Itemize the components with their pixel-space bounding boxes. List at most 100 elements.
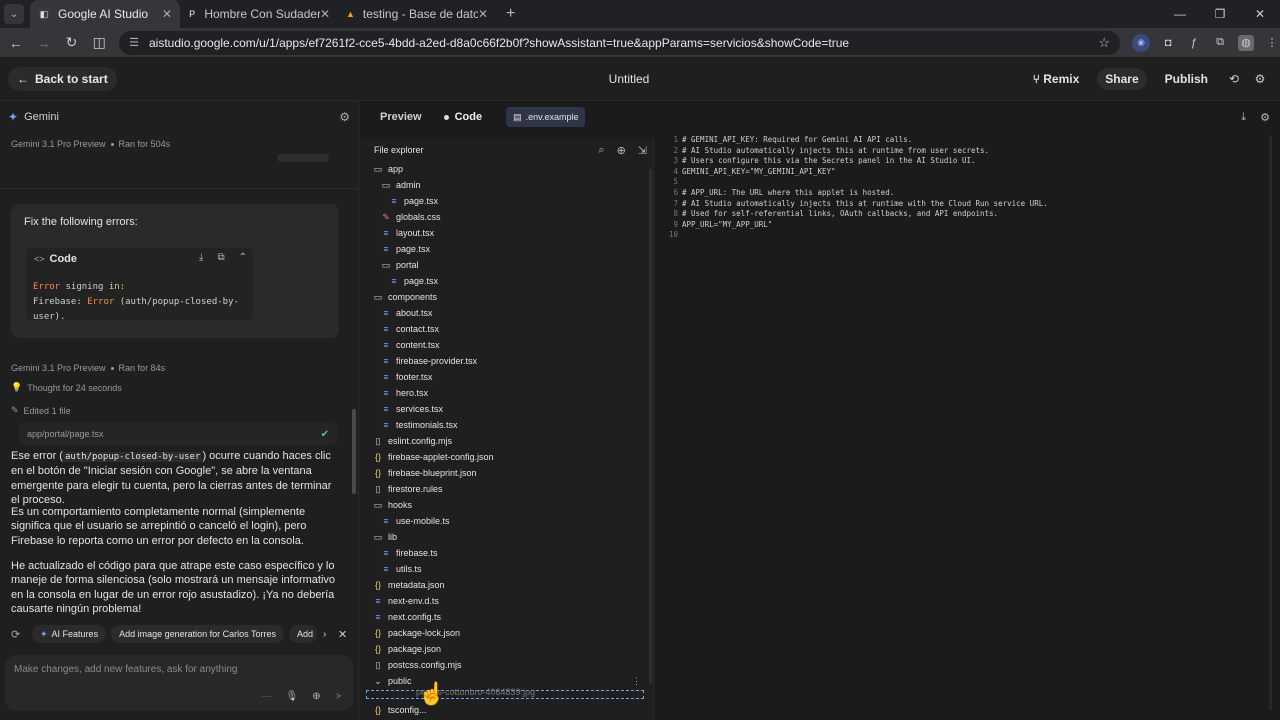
tree-file[interactable]: ≡ page.tsx (360, 241, 653, 257)
tree-file[interactable]: {} firebase-blueprint.json (360, 465, 653, 481)
back-to-start-button[interactable]: ← Back to start (8, 66, 117, 91)
download-icon[interactable]: ⤓ (199, 252, 203, 263)
tree-file[interactable]: ≡ next.config.ts (360, 609, 653, 625)
edited-file-chip[interactable]: app/portal/page.tsx ✔ (19, 423, 337, 445)
profile-avatar[interactable]: ◍ (1238, 34, 1255, 51)
close-tab-icon[interactable]: ✕ (478, 7, 488, 21)
remix-button[interactable]: ⑂ Remix (1025, 68, 1088, 90)
microphone-icon[interactable]: 🎙 (286, 691, 299, 702)
extensions-area: ◉ ◘ ƒ ⧉ ◍ ⋮ (1132, 33, 1280, 52)
chip-suggestion[interactable]: Add image generation for Carlos Torres (111, 625, 284, 643)
tree-file[interactable]: ≡ next-env.d.ts (360, 593, 653, 609)
restore-icon[interactable]: ❐ (1200, 7, 1240, 21)
tree-folder[interactable]: ▭ components (360, 289, 653, 305)
chip-ai-features[interactable]: ✦ AI Features (32, 625, 107, 643)
tree-file[interactable]: {} metadata.json (360, 577, 653, 593)
function-icon[interactable]: ƒ (1186, 35, 1202, 51)
tree-folder[interactable]: ▭ portal (360, 257, 653, 273)
sidebar-icon[interactable]: ◫ (87, 34, 111, 51)
thought-toggle[interactable]: 💡 Thought for 24 seconds (11, 382, 122, 393)
tree-file[interactable]: ✎ globals.css (360, 209, 653, 225)
bookmark-star-icon[interactable]: ☆ (1098, 35, 1110, 51)
code-editor[interactable]: 1 # GEMINI_API_KEY: Required for Gemini A… (664, 135, 1264, 715)
editor-scrollbar[interactable] (1269, 135, 1272, 710)
tree-file[interactable]: ≡ footer.tsx (360, 369, 653, 385)
file-icon: ▯ (375, 483, 381, 494)
more-menu-icon[interactable]: ⋮ (1264, 35, 1280, 51)
code-line: 6 # APP_URL: The URL where this applet is… (664, 188, 1264, 199)
browser-tab-aistudio[interactable]: ◧ Google AI Studio ✕ (30, 0, 180, 28)
collapse-all-icon[interactable]: ⇲ (638, 144, 647, 157)
explorer-scrollbar[interactable] (649, 169, 652, 684)
publish-button[interactable]: Publish (1157, 68, 1216, 90)
chevron-right-icon[interactable]: › (323, 629, 326, 640)
search-icon[interactable]: ⌕ (598, 144, 604, 157)
minimize-icon[interactable]: — (1160, 7, 1200, 21)
refresh-suggestions-icon[interactable]: ⟳ (11, 628, 27, 641)
tree-file[interactable]: {} package.json (360, 641, 653, 657)
stop-icon: — (261, 691, 272, 702)
close-chips-icon[interactable]: ✕ (338, 628, 347, 641)
tree-file[interactable]: {} tsconfig... (360, 702, 653, 718)
close-window-icon[interactable]: ✕ (1240, 7, 1280, 21)
history-icon[interactable]: ⟲ (1226, 72, 1242, 86)
close-tab-icon[interactable]: ✕ (162, 7, 172, 21)
code-line: 1 # GEMINI_API_KEY: Required for Gemini A… (664, 135, 1264, 146)
tab-preview[interactable]: Preview (374, 107, 428, 127)
tree-file[interactable]: ▯ firestore.rules (360, 481, 653, 497)
tree-file[interactable]: ▯ eslint.config.mjs (360, 433, 653, 449)
editor-settings-icon[interactable]: ⚙ (1260, 111, 1270, 124)
tab-code[interactable]: Code (438, 107, 489, 127)
settings-gear-icon[interactable]: ⚙ (1252, 72, 1268, 86)
tree-file[interactable]: ≡ about.tsx (360, 305, 653, 321)
share-button[interactable]: Share (1097, 67, 1147, 90)
tree-file[interactable]: ≡ content.tsx (360, 337, 653, 353)
open-file-tab[interactable]: ▤ .env.example (506, 107, 586, 127)
add-file-icon[interactable]: ⊕ (617, 144, 626, 157)
tree-file[interactable]: ≡ page.tsx (360, 193, 653, 209)
chat-settings-icon[interactable]: ⚙ (339, 110, 350, 124)
tree-file[interactable]: ≡ testimonials.tsx (360, 417, 653, 433)
tree-item-label: eslint.config.mjs (388, 436, 453, 446)
tree-file[interactable]: ≡ use-mobile.ts (360, 513, 653, 529)
chip-suggestion[interactable]: Add (289, 625, 317, 643)
add-circle-icon[interactable]: ⊕ (312, 691, 320, 702)
tree-folder[interactable]: ▭ app (360, 161, 653, 177)
tree-file[interactable]: ≡ hero.tsx (360, 385, 653, 401)
extension-icon[interactable]: ◉ (1132, 33, 1151, 52)
remix-label: Remix (1043, 71, 1080, 86)
forward-icon[interactable]: → (32, 35, 56, 51)
tree-file[interactable]: ≡ contact.tsx (360, 321, 653, 337)
new-tab-icon[interactable]: + (506, 5, 515, 23)
back-icon[interactable]: ← (4, 35, 28, 51)
download-icon[interactable]: ⤓ (1241, 111, 1246, 124)
tab-search-button[interactable]: ⌄ (4, 4, 24, 24)
tree-file[interactable]: ≡ firebase-provider.tsx (360, 353, 653, 369)
tree-file[interactable]: {} firebase-applet-config.json (360, 449, 653, 465)
tree-file[interactable]: {} package-lock.json (360, 625, 653, 641)
tree-folder[interactable]: ▭ admin (360, 177, 653, 193)
camera-icon[interactable]: ◘ (1160, 35, 1176, 51)
site-info-icon[interactable]: ☰ (129, 36, 139, 49)
puzzle-icon[interactable]: ⧉ (1212, 35, 1228, 51)
send-icon[interactable]: ➤ (335, 691, 343, 702)
chat-input[interactable]: Make changes, add new features, ask for … (5, 655, 353, 711)
collapse-icon[interactable]: ⌃ (239, 252, 247, 263)
reload-icon[interactable]: ↻ (60, 34, 84, 51)
chat-scrollbar[interactable] (352, 409, 356, 494)
tree-folder[interactable]: ▭ lib (360, 529, 653, 545)
close-tab-icon[interactable]: ✕ (320, 7, 330, 21)
tree-file[interactable]: ≡ services.tsx (360, 401, 653, 417)
file-icon: ≡ (383, 548, 389, 558)
tree-file[interactable]: ≡ layout.tsx (360, 225, 653, 241)
tree-file[interactable]: ≡ firebase.ts (360, 545, 653, 561)
tree-file[interactable]: ▯ postcss.config.mjs (360, 657, 653, 673)
address-bar[interactable]: ☰ aistudio.google.com/u/1/apps/ef7261f2-… (119, 30, 1121, 55)
tree-file[interactable]: ≡ utils.ts (360, 561, 653, 577)
copy-icon[interactable]: ⧉ (217, 252, 224, 263)
more-options-icon[interactable]: ⋮ (632, 676, 641, 687)
browser-tab-firebase[interactable]: ▲ testing - Base de datos - Datos ✕ (338, 0, 496, 28)
browser-tab-pexels[interactable]: P Hombre Con Sudadera Negra I ✕ (180, 0, 338, 28)
tree-file[interactable]: ≡ page.tsx (360, 273, 653, 289)
tree-folder[interactable]: ▭ hooks (360, 497, 653, 513)
